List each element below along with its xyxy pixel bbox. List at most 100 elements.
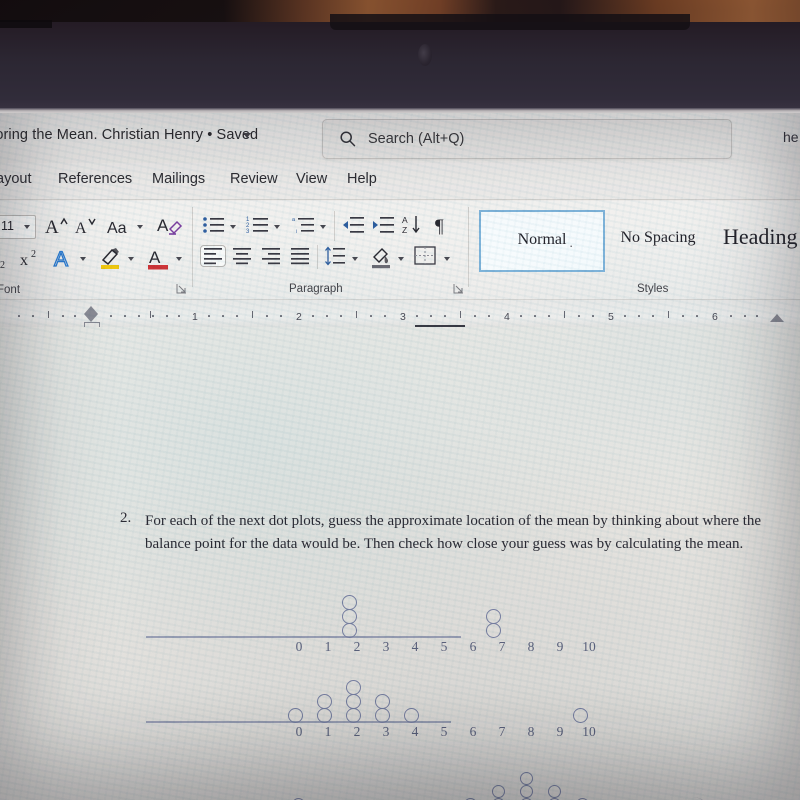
chevron-down-icon[interactable] [24,225,30,229]
font-color-icon[interactable]: A [146,245,172,271]
tick-label: 7 [498,639,506,654]
tick-label: 1 [324,724,332,739]
tab-review[interactable]: Review [230,171,278,187]
decrease-indent-icon[interactable] [342,215,364,235]
align-center-icon[interactable] [232,247,252,265]
dot [573,708,588,723]
style-heading[interactable]: Heading [715,210,800,268]
tick-label: 2 [353,639,361,654]
chevron-down-icon[interactable] [320,225,326,229]
ruler-tick-2: 2 [296,311,302,323]
dot [375,694,390,709]
borders-icon[interactable] [414,246,436,266]
tick-label: 8 [527,724,535,739]
shading-icon[interactable] [370,245,392,269]
svg-text:A: A [75,220,87,237]
tick-label: 3 [382,724,390,739]
ruler-tick-6: 6 [712,311,718,323]
right-indent-marker[interactable] [770,314,784,322]
chevron-down-icon[interactable] [274,225,280,229]
tab-view[interactable]: View [296,171,327,187]
dialog-launcher-icon[interactable] [176,283,187,294]
chevron-down-icon[interactable] [230,225,236,229]
ruler[interactable]: 1 2 3 4 5 6 [0,299,800,333]
multilevel-list-icon[interactable]: a i [292,215,316,235]
tick-label: 4 [411,639,419,654]
ruler-tick-1: 1 [192,311,198,323]
change-case-icon[interactable]: Aa [107,217,135,237]
chevron-down-icon[interactable] [352,257,358,261]
chevron-down-icon[interactable] [80,257,86,261]
dot [404,708,419,723]
tick-label: 2 [353,724,361,739]
tick-label: 0 [295,724,303,739]
tick-label: 10 [582,639,596,654]
svg-text:Aa: Aa [107,220,127,237]
group-divider [317,245,318,269]
chevron-down-icon[interactable] [444,257,450,261]
style-no-spacing[interactable]: No Spacing [603,210,713,268]
svg-text:a: a [292,217,296,223]
chevron-down-icon[interactable] [128,257,134,261]
dot [317,708,332,723]
subscript-icon[interactable]: x 2 [0,247,14,271]
group-label-font: Font [0,284,21,296]
document-page[interactable]: 2. For each of the next dot plots, guess… [0,327,800,800]
search-input[interactable]: Search (Alt+Q) [322,119,732,159]
dot [486,609,501,624]
chevron-down-icon[interactable] [398,257,404,261]
ribbon-divider [0,199,800,200]
style-normal[interactable]: Normal · [479,210,605,272]
svg-text:Z: Z [402,225,407,235]
font-size-value: 11 [1,219,14,233]
sort-icon[interactable]: A Z [402,214,424,236]
increase-indent-icon[interactable] [372,215,394,235]
show-formatting-marks-icon[interactable]: ¶ [434,214,452,236]
svg-text:2: 2 [0,260,5,271]
tab-layout[interactable]: ayout [0,171,31,187]
text-effects-icon[interactable]: A [52,245,78,271]
shrink-font-icon[interactable]: A [74,215,98,237]
svg-text:i: i [296,229,297,235]
tab-help[interactable]: Help [347,171,377,187]
font-size-input[interactable]: 11 [0,215,36,239]
svg-text:2: 2 [31,249,36,260]
superscript-icon[interactable]: x 2 [20,245,46,271]
word-application: loring the Mean. Christian Henry • Saved… [0,113,800,800]
svg-text:A: A [149,248,161,267]
webcam-icon [418,44,432,66]
bezel-label [0,20,52,28]
line-spacing-icon[interactable] [324,245,346,267]
tick-label: 7 [498,724,506,739]
align-left-icon[interactable] [200,245,226,267]
tab-mailings[interactable]: Mailings [152,171,205,187]
document-title[interactable]: loring the Mean. Christian Henry • Saved [0,127,258,143]
grow-font-icon[interactable]: A [44,215,68,237]
group-label-paragraph: Paragraph [289,283,343,295]
dialog-launcher-icon[interactable] [453,283,464,294]
search-icon [339,130,357,148]
chevron-down-icon[interactable] [137,225,143,229]
group-divider [468,207,469,287]
align-right-icon[interactable] [261,247,281,265]
dot [520,772,533,785]
numbering-icon[interactable]: 1 2 3 [246,215,270,235]
justify-icon[interactable] [290,247,310,265]
tick-label: 3 [382,639,390,654]
first-line-indent-marker[interactable] [84,306,98,314]
text-highlight-color-icon[interactable] [98,245,124,271]
bullets-icon[interactable] [202,215,226,235]
dot [346,680,361,695]
dot [342,623,357,638]
chevron-down-icon[interactable] [176,257,182,261]
hanging-indent-marker[interactable] [84,314,98,322]
dot [375,708,390,723]
ruler-tick-5: 5 [608,311,614,323]
top-right-partial-text: he [783,129,799,145]
tick-label: 5 [440,639,448,654]
dot [342,595,357,610]
tab-references[interactable]: References [58,171,132,187]
group-divider [334,211,335,241]
clear-formatting-icon[interactable]: A [157,214,183,238]
chevron-down-icon[interactable] [243,133,251,138]
